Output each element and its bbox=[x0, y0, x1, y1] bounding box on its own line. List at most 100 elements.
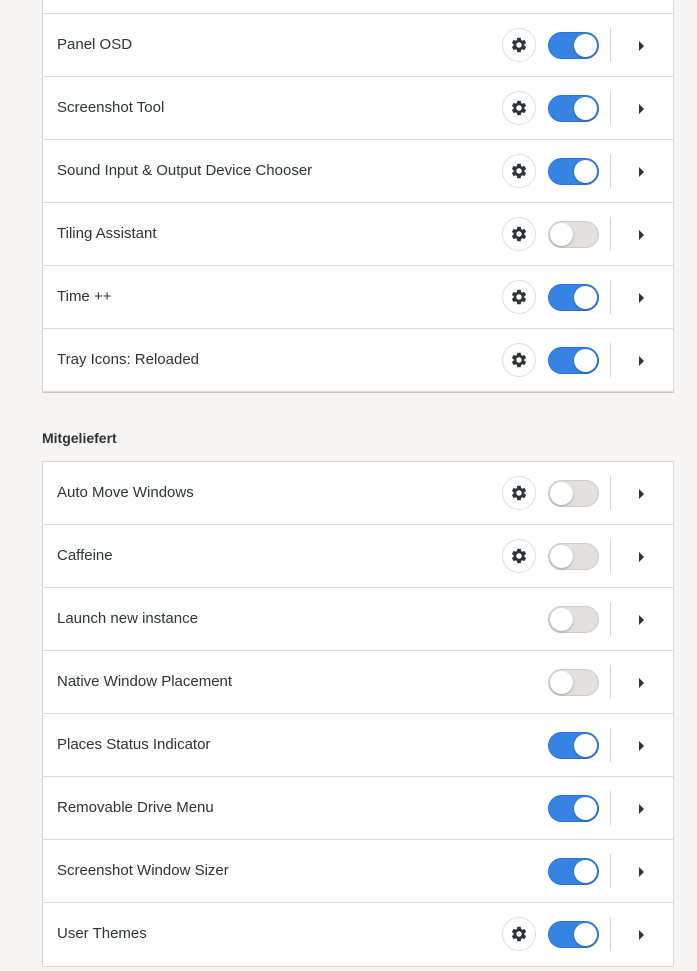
row-divider bbox=[610, 280, 611, 314]
extension-expand-button[interactable] bbox=[627, 858, 655, 885]
extension-settings-button[interactable] bbox=[502, 476, 536, 510]
extension-name: Removable Drive Menu bbox=[57, 799, 214, 816]
extension-name: Tiling Assistant bbox=[57, 225, 157, 242]
gear-icon bbox=[510, 484, 528, 502]
chevron-right-icon bbox=[636, 551, 646, 563]
extension-settings-button[interactable] bbox=[502, 280, 536, 314]
chevron-right-icon bbox=[636, 229, 646, 241]
extension-settings-button[interactable] bbox=[502, 343, 536, 377]
chevron-right-icon bbox=[636, 929, 646, 941]
extension-enable-switch[interactable] bbox=[548, 95, 599, 122]
extension-row: Time ++ bbox=[43, 266, 673, 329]
extension-name: Screenshot Tool bbox=[57, 99, 165, 116]
extension-enable-switch[interactable] bbox=[548, 606, 599, 633]
chevron-right-icon bbox=[636, 488, 646, 500]
extension-expand-button[interactable] bbox=[627, 221, 655, 248]
extension-expand-button[interactable] bbox=[627, 480, 655, 507]
extension-expand-button[interactable] bbox=[627, 921, 655, 948]
extension-name: Caffeine bbox=[57, 547, 113, 564]
row-divider bbox=[610, 539, 611, 573]
extension-expand-button[interactable] bbox=[627, 347, 655, 374]
switch-knob bbox=[550, 545, 573, 568]
extension-settings-button[interactable] bbox=[502, 217, 536, 251]
extension-settings-button[interactable] bbox=[502, 91, 536, 125]
extension-name: Time ++ bbox=[57, 288, 112, 305]
extension-enable-switch[interactable] bbox=[548, 732, 599, 759]
extension-enable-switch[interactable] bbox=[548, 347, 599, 374]
extension-name: Auto Move Windows bbox=[57, 484, 194, 501]
gear-icon bbox=[510, 225, 528, 243]
chevron-right-icon bbox=[636, 677, 646, 689]
chevron-right-icon bbox=[636, 740, 646, 752]
extension-name: Sound Input & Output Device Chooser bbox=[57, 162, 313, 179]
extension-enable-switch[interactable] bbox=[548, 921, 599, 948]
extension-row: Places Status Indicator bbox=[43, 714, 673, 777]
extension-expand-button[interactable] bbox=[627, 732, 655, 759]
extension-enable-switch[interactable] bbox=[548, 858, 599, 885]
section-title-builtin: Mitgeliefert bbox=[42, 430, 117, 446]
switch-knob bbox=[574, 160, 597, 183]
extension-row: Screenshot Window Sizer bbox=[43, 840, 673, 903]
row-divider bbox=[610, 791, 611, 825]
extension-enable-switch[interactable] bbox=[548, 158, 599, 185]
extension-expand-button[interactable] bbox=[627, 543, 655, 570]
extension-enable-switch[interactable] bbox=[548, 795, 599, 822]
row-divider bbox=[610, 91, 611, 125]
extension-expand-button[interactable] bbox=[627, 95, 655, 122]
extension-expand-button[interactable] bbox=[627, 158, 655, 185]
chevron-right-icon bbox=[636, 40, 646, 52]
chevron-right-icon bbox=[636, 803, 646, 815]
row-divider bbox=[610, 854, 611, 888]
chevron-right-icon bbox=[636, 103, 646, 115]
extension-enable-switch[interactable] bbox=[548, 221, 599, 248]
extension-enable-switch[interactable] bbox=[548, 32, 599, 59]
switch-knob bbox=[574, 349, 597, 372]
gear-icon bbox=[510, 36, 528, 54]
extension-name: Native Window Placement bbox=[57, 673, 233, 690]
gear-icon bbox=[510, 288, 528, 306]
extension-expand-button[interactable] bbox=[627, 669, 655, 696]
extension-settings-button[interactable] bbox=[502, 917, 536, 951]
chevron-right-icon bbox=[636, 292, 646, 304]
extension-expand-button[interactable] bbox=[627, 32, 655, 59]
extension-row: Screenshot Tool bbox=[43, 77, 673, 140]
chevron-right-icon bbox=[636, 866, 646, 878]
switch-knob bbox=[574, 860, 597, 883]
extension-expand-button[interactable] bbox=[627, 606, 655, 633]
row-divider bbox=[610, 28, 611, 62]
row-divider bbox=[610, 217, 611, 251]
extension-enable-switch[interactable] bbox=[548, 669, 599, 696]
chevron-right-icon bbox=[636, 166, 646, 178]
switch-knob bbox=[550, 671, 573, 694]
system-extensions-list: Auto Move Windows Caffeine Launch new inst… bbox=[42, 461, 674, 967]
extension-name: Tray Icons: Reloaded bbox=[57, 351, 200, 368]
extension-row: Launch new instance bbox=[43, 588, 673, 651]
extension-expand-button[interactable] bbox=[627, 795, 655, 822]
extension-settings-button[interactable] bbox=[502, 28, 536, 62]
row-divider bbox=[610, 476, 611, 510]
row-divider bbox=[610, 917, 611, 951]
extension-row: Caffeine bbox=[43, 525, 673, 588]
extension-name: Screenshot Window Sizer bbox=[57, 862, 229, 879]
gear-icon bbox=[510, 925, 528, 943]
extension-settings-button[interactable] bbox=[502, 154, 536, 188]
gear-icon bbox=[510, 99, 528, 117]
row-divider bbox=[610, 343, 611, 377]
row-divider bbox=[610, 154, 611, 188]
extension-expand-button[interactable] bbox=[627, 284, 655, 311]
switch-knob bbox=[574, 734, 597, 757]
extension-name: Panel OSD bbox=[57, 36, 133, 53]
gear-icon bbox=[510, 547, 528, 565]
extension-row: Sound Input & Output Device Chooser bbox=[43, 140, 673, 203]
extension-enable-switch[interactable] bbox=[548, 543, 599, 570]
extension-enable-switch[interactable] bbox=[548, 480, 599, 507]
chevron-right-icon bbox=[636, 355, 646, 367]
extensions-page: Panel OSD Screenshot Tool Sound Input & Ou… bbox=[0, 0, 697, 971]
extension-name: User Themes bbox=[57, 925, 147, 942]
extension-row: Native Window Placement bbox=[43, 651, 673, 714]
extension-enable-switch[interactable] bbox=[548, 284, 599, 311]
extension-settings-button[interactable] bbox=[502, 539, 536, 573]
extension-name: Places Status Indicator bbox=[57, 736, 211, 753]
gear-icon bbox=[510, 162, 528, 180]
row-divider bbox=[610, 602, 611, 636]
